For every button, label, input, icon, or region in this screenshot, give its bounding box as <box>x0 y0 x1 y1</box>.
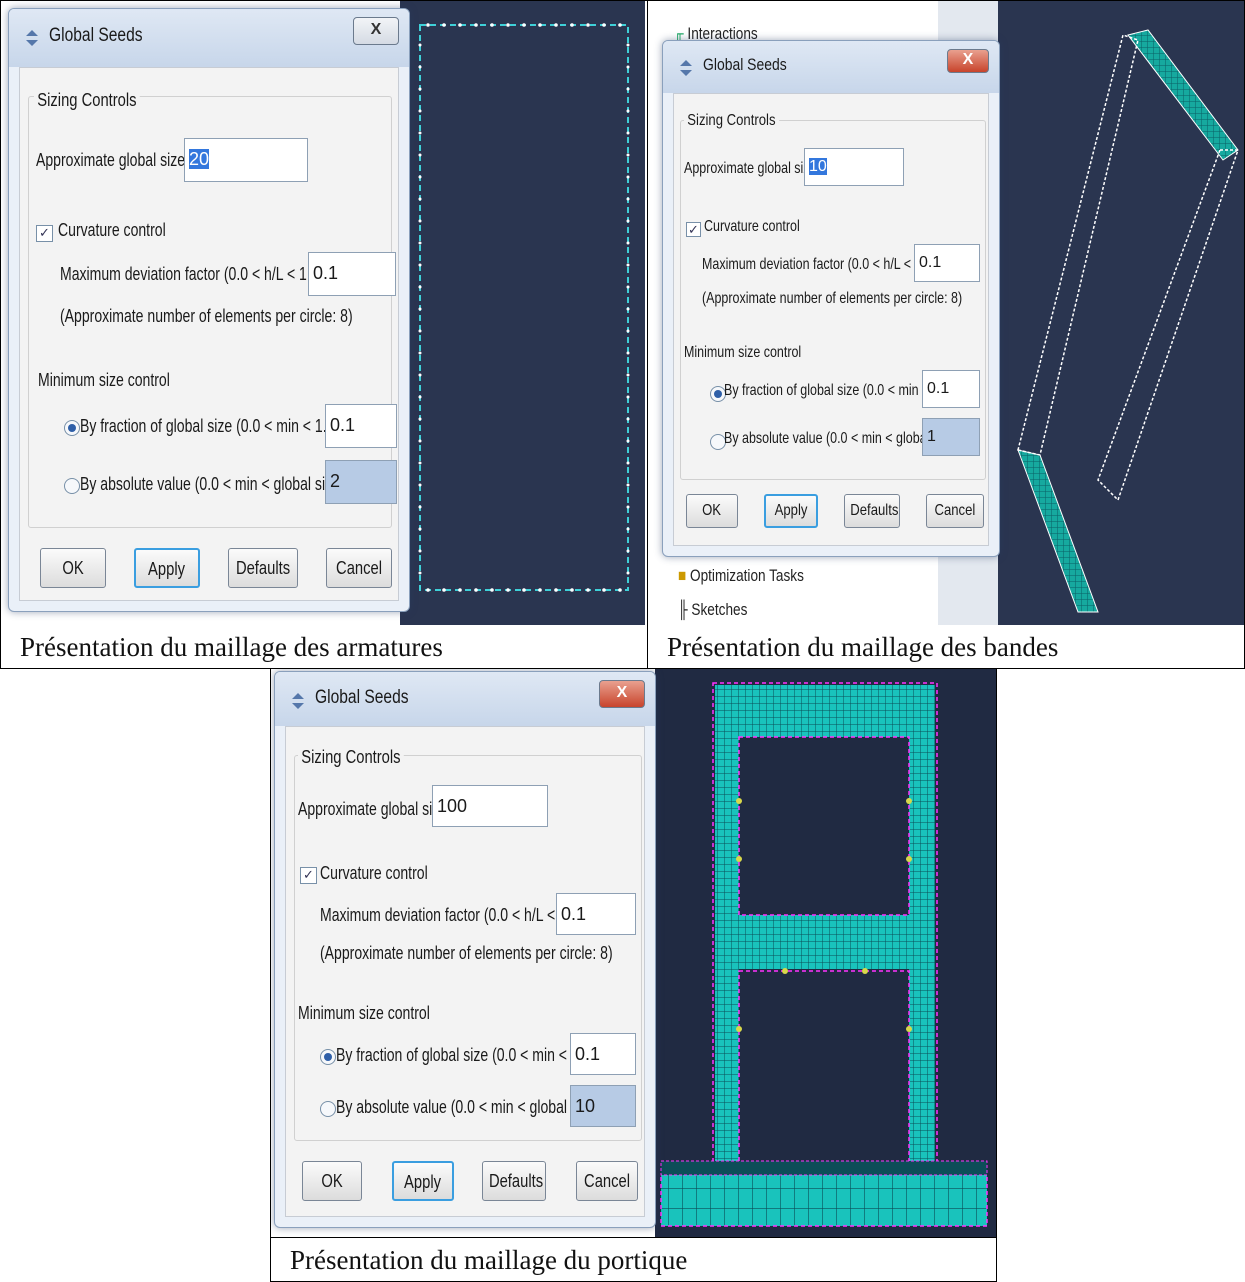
absolute-radio[interactable] <box>64 478 80 494</box>
viewport-portique <box>655 669 996 1237</box>
optimization-icon: ■ <box>678 566 690 585</box>
tree-item-sketches[interactable]: ╟ Sketches <box>678 600 747 620</box>
absolute-radio[interactable] <box>320 1101 336 1117</box>
viewport-armatures <box>400 0 645 625</box>
dialog-title: Global Seeds <box>703 55 787 74</box>
elements-note: (Approximate number of elements per circ… <box>702 290 963 307</box>
elements-note: (Approximate number of elements per circ… <box>60 306 353 326</box>
cancel-button[interactable]: Cancel <box>326 548 392 588</box>
curvature-label: Curvature control <box>58 220 166 240</box>
apply-button[interactable]: Apply <box>134 548 200 588</box>
close-button[interactable]: X <box>599 680 645 708</box>
elements-note: (Approximate number of elements per circ… <box>320 943 613 963</box>
defaults-button[interactable]: Defaults <box>482 1161 546 1201</box>
deviation-label: Maximum deviation factor (0.0 < h/L < 1.… <box>702 256 940 273</box>
close-button[interactable]: X <box>947 49 989 73</box>
dialog-body: Sizing Controls Approximate global size:… <box>285 726 645 1217</box>
ok-button[interactable]: OK <box>40 548 106 588</box>
panel-portique: Global Seeds X Sizing Controls Approxima… <box>270 669 996 1237</box>
curvature-checkbox[interactable]: ✓ <box>686 222 701 237</box>
dialog-titlebar[interactable]: Global Seeds X <box>275 672 655 726</box>
portique-mesh <box>660 682 988 1227</box>
sizing-controls-legend: Sizing Controls <box>34 90 140 111</box>
min-size-legend: Minimum size control <box>38 370 170 390</box>
fraction-radio[interactable] <box>64 420 80 436</box>
cancel-button[interactable]: Cancel <box>576 1161 638 1201</box>
curvature-checkbox[interactable]: ✓ <box>36 225 53 242</box>
fraction-input[interactable]: 0.1 <box>922 370 980 408</box>
deviation-input[interactable]: 0.1 <box>914 244 980 282</box>
global-seeds-dialog: Global Seeds X Sizing Controls Approxima… <box>662 40 1000 557</box>
curvature-label: Curvature control <box>704 218 800 235</box>
band-mesh <box>1017 29 1240 613</box>
min-size-legend: Minimum size control <box>684 344 802 361</box>
sketches-icon: ╟ <box>678 600 692 619</box>
fraction-label: By fraction of global size (0.0 < min < … <box>80 416 340 436</box>
caption-armatures: Présentation du maillage des armatures <box>20 632 443 662</box>
absolute-label: By absolute value (0.0 < min < global si… <box>80 474 345 494</box>
apply-button[interactable]: Apply <box>392 1161 454 1201</box>
seed-icon <box>26 30 38 46</box>
fraction-label: By fraction of global size (0.0 < min < … <box>724 382 955 399</box>
deviation-input[interactable]: 0.1 <box>308 252 396 296</box>
panel-bandes: ╓ Interactions ■ Optimization Tasks ╟ Sk… <box>648 0 1245 625</box>
close-button[interactable]: X <box>353 17 399 45</box>
global-size-input[interactable]: 20 <box>184 138 308 182</box>
armature-mesh <box>418 23 630 592</box>
global-seeds-dialog: Global Seeds X Sizing Controls Approxima… <box>8 8 410 612</box>
defaults-button[interactable]: Defaults <box>844 494 900 528</box>
fraction-label: By fraction of global size (0.0 < min < … <box>336 1045 596 1065</box>
min-size-legend: Minimum size control <box>298 1003 430 1023</box>
curvature-checkbox[interactable]: ✓ <box>300 867 317 884</box>
global-size-input[interactable]: 100 <box>432 785 548 827</box>
fraction-radio[interactable] <box>320 1049 336 1065</box>
dialog-titlebar[interactable]: Global Seeds X <box>663 41 999 93</box>
curvature-label: Curvature control <box>320 863 428 883</box>
tree-item-optimization[interactable]: ■ Optimization Tasks <box>678 566 804 586</box>
sizing-controls-legend: Sizing Controls <box>684 112 779 130</box>
dialog-title: Global Seeds <box>49 25 143 46</box>
deviation-label: Maximum deviation factor (0.0 < h/L < 1.… <box>320 905 588 925</box>
absolute-label: By absolute value (0.0 < min < global si… <box>336 1097 601 1117</box>
fraction-input[interactable]: 0.1 <box>325 404 397 448</box>
dialog-titlebar[interactable]: Global Seeds X <box>9 9 409 67</box>
viewport-bandes <box>998 0 1245 625</box>
seed-icon <box>292 693 304 709</box>
caption-portique: Présentation du maillage du portique <box>270 1237 997 1281</box>
cancel-button[interactable]: Cancel <box>926 494 984 528</box>
seed-icon <box>680 60 692 76</box>
absolute-input[interactable]: 10 <box>570 1085 636 1127</box>
global-size-label: Approximate global size: <box>684 160 820 177</box>
ok-button[interactable]: OK <box>302 1161 362 1201</box>
apply-button[interactable]: Apply <box>764 494 818 528</box>
caption-bandes: Présentation du maillage des bandes <box>667 632 1059 662</box>
ok-button[interactable]: OK <box>686 494 738 528</box>
absolute-input[interactable]: 2 <box>325 460 397 504</box>
panel-armatures: Global Seeds X Sizing Controls Approxima… <box>0 0 645 625</box>
global-size-label: Approximate global size: <box>36 150 189 170</box>
dialog-body: Sizing Controls Approximate global size:… <box>19 67 399 601</box>
deviation-input[interactable]: 0.1 <box>556 893 636 935</box>
global-size-input[interactable]: 10 <box>804 148 904 186</box>
deviation-label: Maximum deviation factor (0.0 < h/L < 1.… <box>60 264 328 284</box>
fraction-input[interactable]: 0.1 <box>570 1033 636 1075</box>
dialog-body: Sizing Controls Approximate global size:… <box>673 93 989 546</box>
global-seeds-dialog: Global Seeds X Sizing Controls Approxima… <box>274 671 656 1228</box>
dialog-title: Global Seeds <box>315 687 409 708</box>
defaults-button[interactable]: Defaults <box>228 548 298 588</box>
global-size-label: Approximate global size: <box>298 799 451 819</box>
absolute-input[interactable]: 1 <box>922 418 980 456</box>
sizing-controls-legend: Sizing Controls <box>298 747 404 768</box>
